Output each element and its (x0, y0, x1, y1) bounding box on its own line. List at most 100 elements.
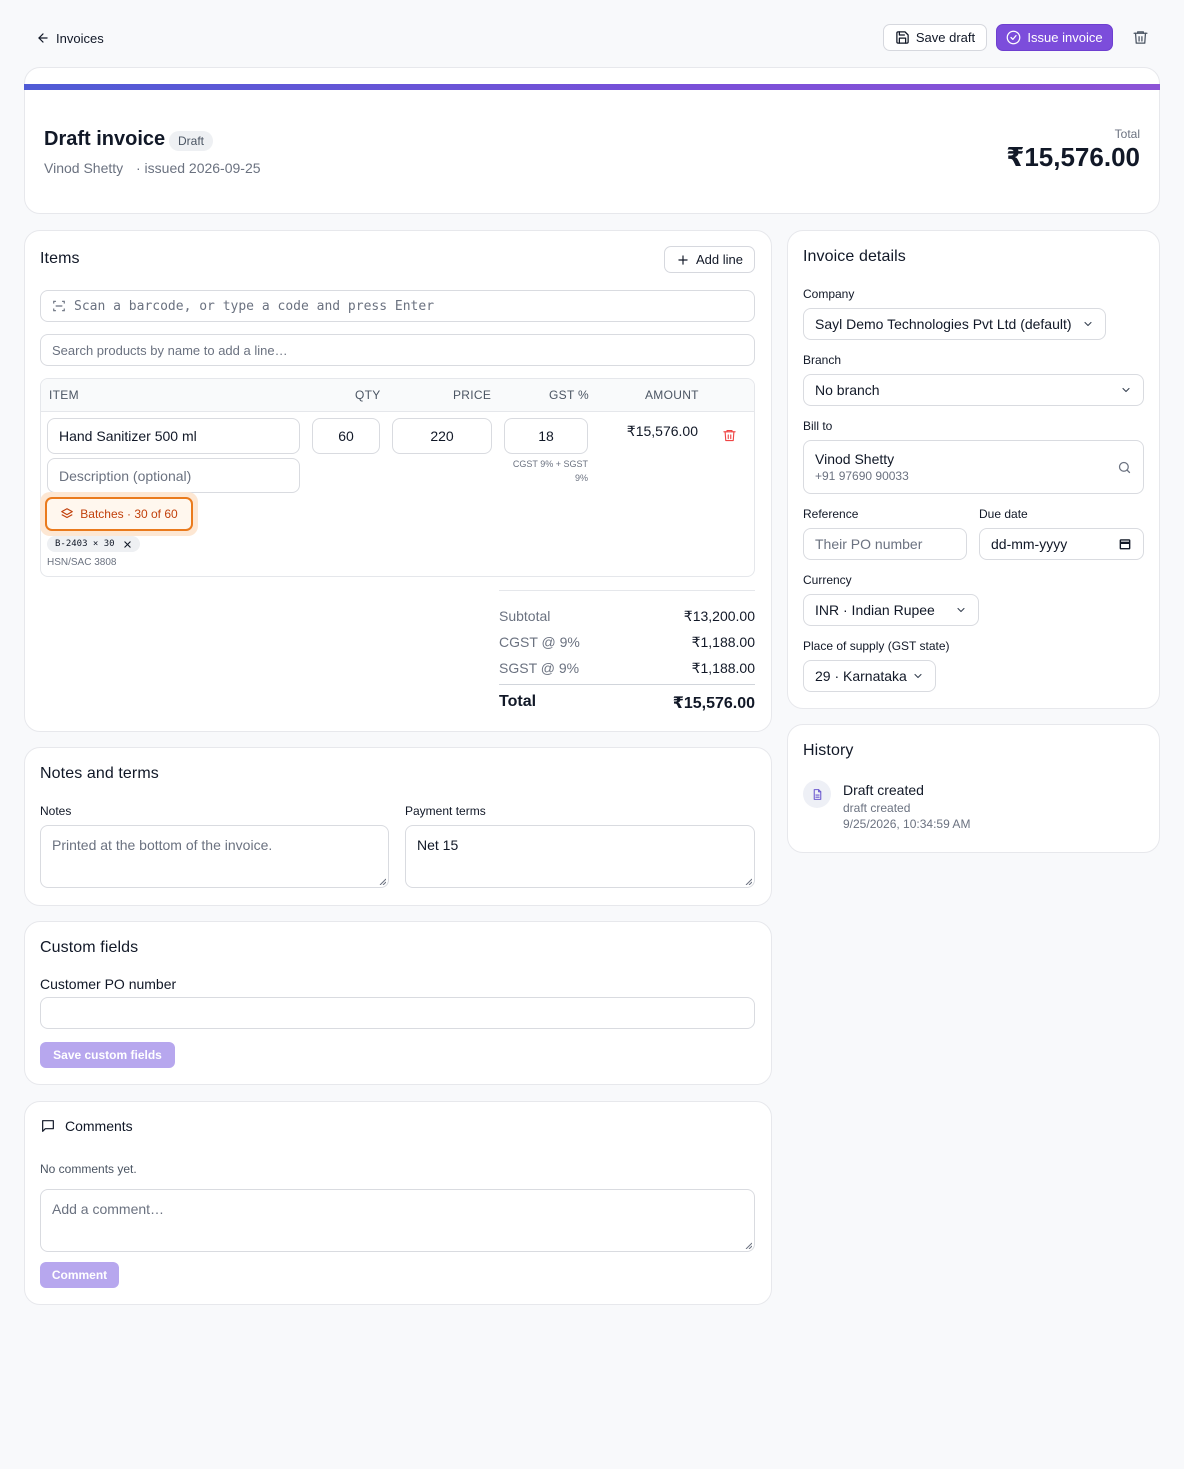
line-item-price-input[interactable]: 220 (392, 418, 492, 454)
chevron-down-icon (1082, 318, 1094, 330)
history-entry-title: Draft created (843, 782, 924, 798)
resize-handle-icon[interactable] (378, 877, 386, 885)
chevron-down-icon (1120, 384, 1132, 396)
calendar-icon[interactable] (1118, 537, 1132, 551)
place-of-supply-label: Place of supply (GST state) (803, 639, 950, 653)
plus-icon (676, 253, 690, 267)
save-icon (895, 30, 910, 45)
batch-chip: B-2403 × 30 (47, 536, 140, 552)
payment-terms-value: Net 15 (417, 837, 459, 853)
history-entry-subtitle: draft created (843, 801, 911, 815)
save-draft-button[interactable]: Save draft (883, 24, 987, 51)
sgst-value: ₹1,188.00 (691, 660, 755, 676)
page-title: Draft invoice (44, 128, 166, 150)
column-header-qty: QTY (355, 388, 381, 402)
hsn-code: HSN/SAC 3808 (47, 557, 117, 568)
reference-input[interactable]: Their PO number (803, 528, 967, 560)
line-item-gst-note: CGST 9% + SGST 9% (512, 459, 588, 483)
status-badge: Draft (169, 131, 214, 151)
due-date-label: Due date (979, 507, 1028, 521)
save-custom-fields-label: Save custom fields (53, 1048, 162, 1062)
reference-label: Reference (803, 507, 859, 521)
line-item-gst: 18 (538, 428, 554, 444)
place-of-supply-value: 29 · Karnataka (815, 668, 907, 684)
chevron-down-icon (912, 670, 924, 682)
add-line-label: Add line (696, 252, 743, 267)
company-select[interactable]: Sayl Demo Technologies Pvt Ltd (default) (803, 308, 1106, 340)
line-item-description-input[interactable]: Description (optional) (47, 458, 300, 493)
header-accent-bar (24, 84, 1160, 90)
invoice-details-title: Invoice details (803, 248, 906, 265)
remove-line-button[interactable] (722, 428, 738, 444)
currency-label: Currency (803, 573, 852, 587)
notes-title: Notes and terms (40, 765, 159, 782)
save-draft-label: Save draft (915, 30, 976, 45)
comment-placeholder: Add a comment… (52, 1201, 165, 1217)
line-item-name: Hand Sanitizer 500 ml (59, 428, 197, 444)
search-icon (1117, 460, 1132, 475)
currency-select[interactable]: INR · Indian Rupee (803, 594, 979, 626)
batches-button[interactable]: Batches · 30 of 60 (45, 497, 193, 531)
bill-to-label: Bill to (803, 419, 833, 433)
resize-handle-icon[interactable] (744, 877, 752, 885)
total-label: Total (1114, 127, 1140, 141)
summary-total-value: ₹15,576.00 (672, 695, 755, 712)
no-comments-text: No comments yet. (40, 1162, 137, 1176)
items-title: Items (40, 250, 80, 267)
document-icon (811, 788, 824, 801)
barcode-input[interactable]: Scan a barcode, or type a code and press… (40, 290, 755, 322)
history-title: History (803, 742, 854, 759)
customer-po-input[interactable] (40, 997, 755, 1029)
summary-divider (499, 590, 755, 591)
issue-invoice-button[interactable]: Issue invoice (996, 24, 1113, 51)
branch-value: No branch (815, 382, 880, 398)
history-entry-time: 9/25/2026, 10:34:59 AM (843, 817, 971, 831)
comment-submit-label: Comment (51, 1268, 108, 1282)
save-custom-fields-button[interactable]: Save custom fields (40, 1042, 175, 1068)
message-square-icon (40, 1118, 56, 1134)
bill-to-phone: +91 97690 90033 (815, 469, 909, 483)
branch-select[interactable]: No branch (803, 374, 1144, 406)
comments-header: Comments (40, 1118, 133, 1134)
bill-to-field[interactable]: Vinod Shetty +91 97690 90033 (803, 440, 1144, 494)
due-date-placeholder: dd-mm-yyyy (991, 536, 1068, 552)
check-circle-icon (1006, 30, 1021, 45)
header-total-amount: ₹15,576.00 (1006, 142, 1140, 172)
due-date-input[interactable]: dd-mm-yyyy (979, 528, 1144, 560)
comment-submit-button[interactable]: Comment (40, 1262, 119, 1288)
product-search-placeholder: Search products by name to add a line… (52, 342, 288, 358)
line-item-name-input[interactable]: Hand Sanitizer 500 ml (47, 418, 300, 454)
line-item-amount: ₹15,576.00 (626, 423, 698, 439)
customer-po-label: Customer PO number (40, 976, 177, 992)
history-entry-icon-wrap (803, 780, 831, 808)
subtotal-label: Subtotal (499, 608, 551, 624)
product-search-input[interactable]: Search products by name to add a line… (40, 334, 755, 366)
reference-placeholder: Their PO number (815, 536, 923, 552)
place-of-supply-select[interactable]: 29 · Karnataka (803, 660, 936, 692)
issue-invoice-label: Issue invoice (1027, 30, 1103, 45)
issued-date: · issued 2026-09-25 (136, 160, 261, 176)
line-item-gst-input[interactable]: 18 (504, 418, 588, 454)
trash-icon (1132, 29, 1150, 46)
subtotal-value: ₹13,200.00 (683, 608, 755, 624)
add-line-button[interactable]: Add line (664, 246, 755, 273)
column-header-price: PRICE (453, 388, 492, 402)
line-item-qty-input[interactable]: 60 (312, 418, 380, 454)
notes-textarea[interactable]: Printed at the bottom of the invoice. (40, 825, 389, 888)
back-link-label: Invoices (56, 30, 104, 46)
delete-invoice-button[interactable] (1132, 29, 1150, 47)
chevron-down-icon (955, 604, 967, 616)
trash-icon (722, 428, 738, 443)
batch-chip-label: B-2403 × 30 (55, 539, 115, 549)
payment-terms-label: Payment terms (405, 804, 486, 818)
barcode-placeholder: Scan a barcode, or type a code and press… (74, 298, 435, 314)
cgst-value: ₹1,188.00 (691, 634, 755, 650)
payment-terms-textarea[interactable]: Net 15 (405, 825, 755, 888)
back-to-invoices-link[interactable]: Invoices (36, 28, 104, 48)
close-icon[interactable] (123, 540, 132, 549)
comment-textarea[interactable]: Add a comment… (40, 1189, 755, 1252)
summary-total-label: Total (499, 693, 537, 710)
line-item-price: 220 (430, 428, 454, 444)
bill-to-name: Vinod Shetty (815, 451, 895, 467)
resize-handle-icon[interactable] (744, 1241, 752, 1249)
